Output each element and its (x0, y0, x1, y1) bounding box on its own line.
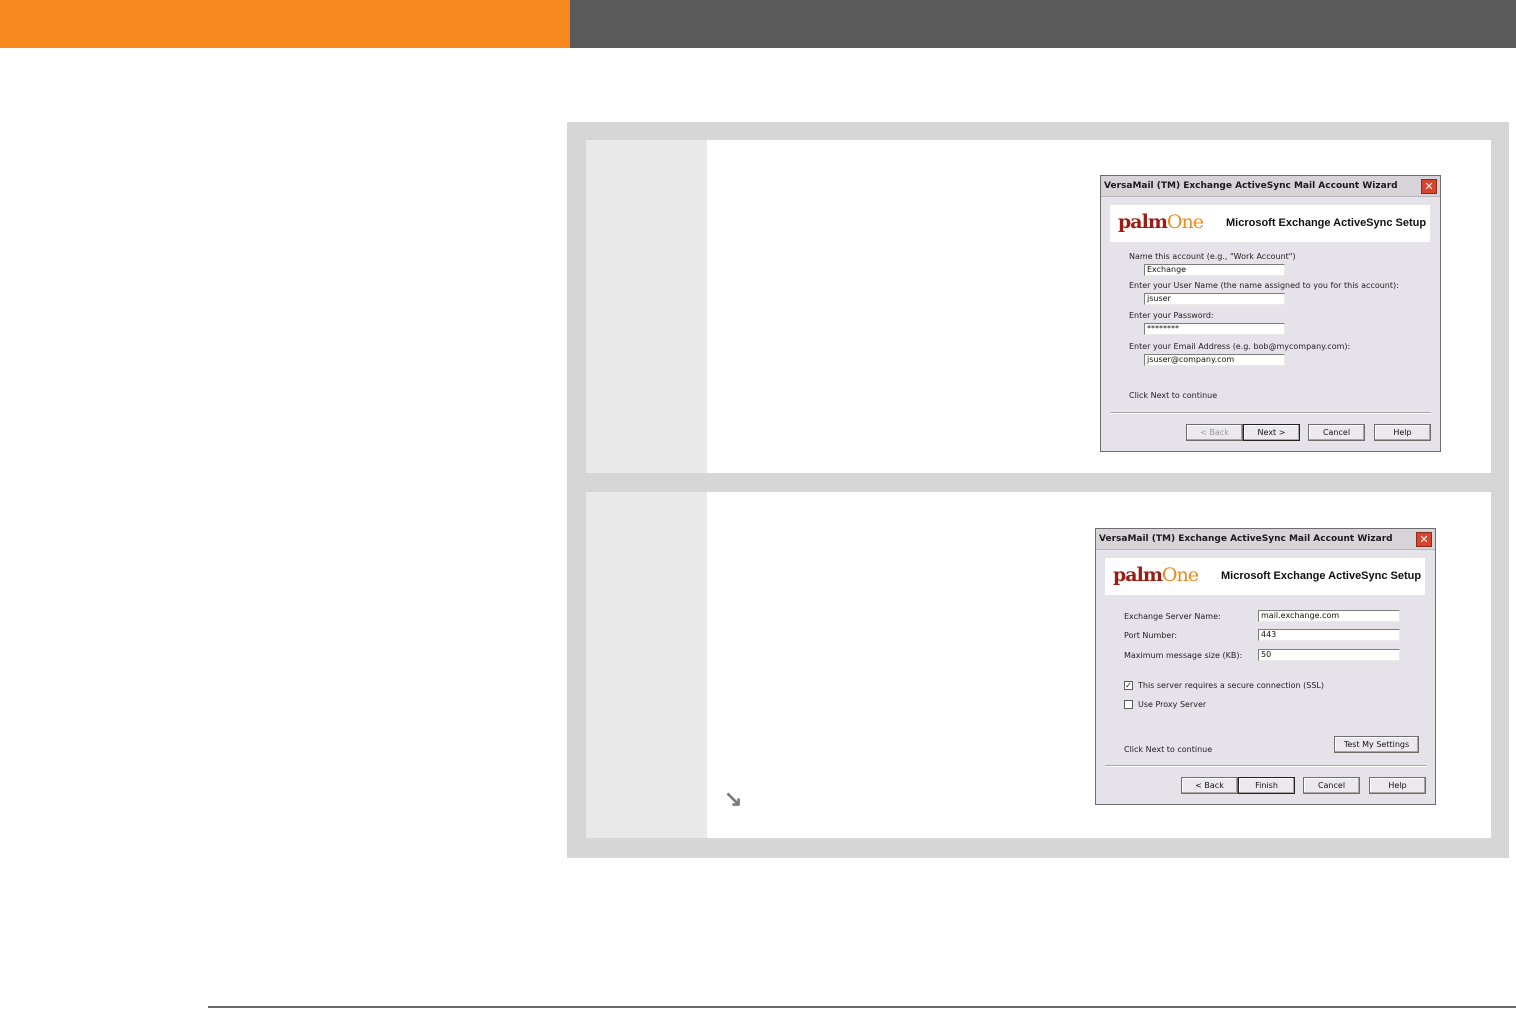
continued-arrow-icon: ↘ (724, 786, 743, 811)
dialog-title: VersaMail (TM) Exchange ActiveSync Mail … (1104, 181, 1398, 191)
proxy-label: Use Proxy Server (1138, 700, 1207, 709)
palmone-logo: palmOne (1118, 211, 1204, 233)
account-name-field[interactable]: Exchange (1144, 264, 1285, 276)
max-message-size-field[interactable]: 50 (1258, 649, 1400, 661)
step-1-number-cell (586, 140, 707, 473)
back-button[interactable]: < Back (1181, 777, 1238, 794)
continue-hint: Click Next to continue (1124, 745, 1213, 754)
email-field[interactable]: jsuser@company.com (1144, 354, 1285, 366)
logo-palm: palm (1118, 211, 1168, 233)
help-button[interactable]: Help (1374, 424, 1431, 441)
step-2-row: ↘ VersaMail (TM) Exchange ActiveSync Mai… (586, 492, 1491, 838)
password-label: Enter your Password: (1129, 311, 1214, 320)
logo-one: One (1161, 564, 1199, 586)
banner-title: Microsoft Exchange ActiveSync Setup (1226, 217, 1427, 229)
finish-button[interactable]: Finish (1238, 777, 1295, 794)
help-button[interactable]: Help (1369, 777, 1426, 794)
ssl-label: This server requires a secure connection… (1138, 681, 1324, 690)
footer-rule (208, 1006, 1516, 1008)
logo-palm: palm (1113, 564, 1163, 586)
password-field[interactable]: ******** (1144, 323, 1285, 335)
dialog-title: VersaMail (TM) Exchange ActiveSync Mail … (1099, 534, 1393, 544)
header-band-orange (0, 0, 570, 48)
step-1-body-cell: VersaMail (TM) Exchange ActiveSync Mail … (707, 140, 1491, 473)
dialog-titlebar: VersaMail (TM) Exchange ActiveSync Mail … (1101, 176, 1440, 197)
port-number-field[interactable]: 443 (1258, 629, 1400, 641)
palmone-logo: palmOne (1113, 564, 1199, 586)
close-button[interactable]: ✕ (1421, 179, 1437, 194)
ssl-checkbox[interactable]: ✓ (1124, 681, 1133, 690)
server-name-label: Exchange Server Name: (1124, 612, 1221, 621)
step-2-number-cell (586, 492, 707, 838)
setup-banner: palmOne Microsoft Exchange ActiveSync Se… (1110, 205, 1430, 242)
account-wizard-dialog-step-2: VersaMail (TM) Exchange ActiveSync Mail … (1095, 528, 1436, 805)
account-wizard-dialog-step-1: VersaMail (TM) Exchange ActiveSync Mail … (1100, 175, 1441, 452)
steps-table: VersaMail (TM) Exchange ActiveSync Mail … (567, 122, 1509, 858)
username-label: Enter your User Name (the name assigned … (1129, 281, 1399, 290)
header-band-gray (570, 0, 1516, 48)
logo-one: One (1166, 211, 1204, 233)
back-button[interactable]: < Back (1186, 424, 1243, 441)
close-icon: ✕ (1419, 533, 1429, 546)
account-name-label: Name this account (e.g., "Work Account") (1129, 252, 1296, 261)
page: VersaMail (TM) Exchange ActiveSync Mail … (0, 0, 1516, 1010)
step-1-row: VersaMail (TM) Exchange ActiveSync Mail … (586, 140, 1491, 473)
close-icon: ✕ (1424, 180, 1434, 193)
close-button[interactable]: ✕ (1416, 532, 1432, 547)
continue-hint: Click Next to continue (1129, 391, 1218, 400)
port-number-label: Port Number: (1124, 631, 1178, 640)
cancel-button[interactable]: Cancel (1308, 424, 1365, 441)
check-icon: ✓ (1125, 681, 1132, 690)
username-field[interactable]: jsuser (1144, 293, 1285, 305)
banner-title: Microsoft Exchange ActiveSync Setup (1221, 570, 1422, 582)
setup-banner: palmOne Microsoft Exchange ActiveSync Se… (1105, 558, 1425, 595)
cancel-button[interactable]: Cancel (1303, 777, 1360, 794)
step-2-body-cell: ↘ VersaMail (TM) Exchange ActiveSync Mai… (707, 492, 1491, 838)
max-message-size-label: Maximum message size (KB): (1124, 651, 1243, 660)
next-button[interactable]: Next > (1243, 424, 1300, 441)
button-separator (1105, 765, 1426, 767)
proxy-checkbox[interactable] (1124, 700, 1133, 709)
server-name-field[interactable]: mail.exchange.com (1258, 610, 1400, 622)
dialog-titlebar: VersaMail (TM) Exchange ActiveSync Mail … (1096, 529, 1435, 550)
email-label: Enter your Email Address (e.g. bob@mycom… (1129, 342, 1351, 351)
test-settings-button[interactable]: Test My Settings (1334, 736, 1419, 753)
button-separator (1110, 412, 1431, 414)
